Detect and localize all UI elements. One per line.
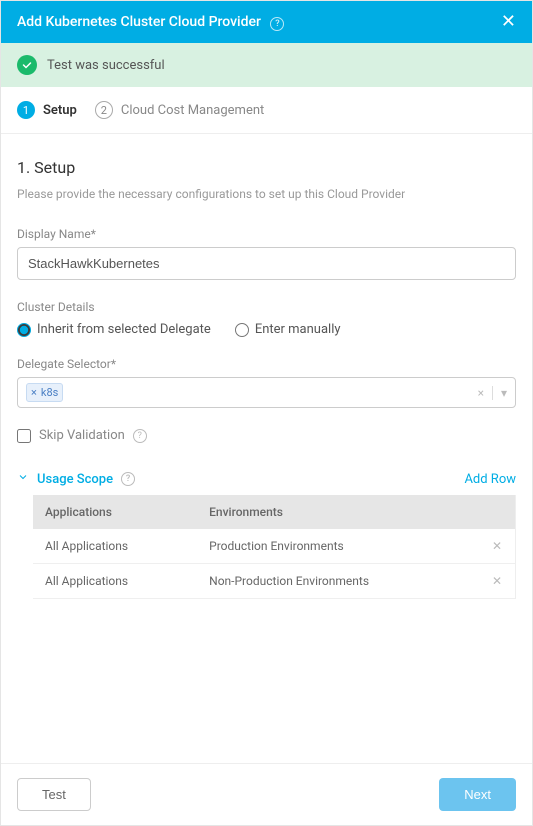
clear-icon[interactable]: × xyxy=(478,386,484,400)
radio-manual-input[interactable] xyxy=(235,323,249,337)
delete-row-icon[interactable]: ✕ xyxy=(479,564,515,599)
tag-text: k8s xyxy=(41,386,58,399)
skip-validation-checkbox[interactable] xyxy=(17,429,31,443)
success-banner: Test was successful xyxy=(1,43,532,87)
selector-tag: × k8s xyxy=(26,383,63,402)
cell-env[interactable]: Non-Production Environments xyxy=(197,564,479,599)
usage-scope-table-wrap: Applications Environments All Applicatio… xyxy=(17,495,516,599)
separator xyxy=(492,386,493,400)
radio-manual[interactable]: Enter manually xyxy=(235,322,341,337)
step-label: Setup xyxy=(43,103,77,118)
cell-app[interactable]: All Applications xyxy=(33,564,197,599)
cluster-details-field: Cluster Details Inherit from selected De… xyxy=(17,300,516,337)
step-setup[interactable]: 1 Setup xyxy=(17,101,77,119)
delegate-selector-field: Delegate Selector* × k8s × ▾ xyxy=(17,357,516,408)
banner-message: Test was successful xyxy=(47,58,165,73)
delete-row-icon[interactable]: ✕ xyxy=(479,529,515,564)
col-delete xyxy=(479,495,515,529)
tag-remove-icon[interactable]: × xyxy=(31,386,37,399)
chevron-down-icon[interactable]: ▾ xyxy=(501,386,507,400)
cell-env[interactable]: Production Environments xyxy=(197,529,479,564)
section-title: 1. Setup xyxy=(17,158,516,177)
close-icon[interactable]: ✕ xyxy=(501,13,516,31)
table-header-row: Applications Environments xyxy=(33,495,515,529)
dialog-footer: Test Next xyxy=(1,763,532,825)
display-name-input[interactable] xyxy=(17,247,516,280)
display-name-field: Display Name* xyxy=(17,227,516,280)
step-label: Cloud Cost Management xyxy=(121,103,264,118)
test-button[interactable]: Test xyxy=(17,778,91,811)
step-number: 1 xyxy=(17,101,35,119)
table-row: All Applications Production Environments… xyxy=(33,529,515,564)
usage-scope-toggle[interactable]: Usage Scope ? xyxy=(17,471,135,487)
section-desc: Please provide the necessary configurati… xyxy=(17,187,516,201)
step-indicator: 1 Setup 2 Cloud Cost Management xyxy=(1,87,532,134)
usage-scope-table: Applications Environments All Applicatio… xyxy=(33,495,515,599)
usage-scope-label: Usage Scope xyxy=(37,472,113,487)
help-icon[interactable]: ? xyxy=(270,17,284,31)
skip-validation-row: Skip Validation ? xyxy=(17,428,516,443)
cell-app[interactable]: All Applications xyxy=(33,529,197,564)
table-row: All Applications Non-Production Environm… xyxy=(33,564,515,599)
add-row-button[interactable]: Add Row xyxy=(464,472,516,487)
skip-validation-label: Skip Validation xyxy=(39,428,125,443)
radio-inherit[interactable]: Inherit from selected Delegate xyxy=(17,322,211,337)
step-cloud-cost[interactable]: 2 Cloud Cost Management xyxy=(95,101,264,119)
dialog-title: Add Kubernetes Cluster Cloud Provider xyxy=(17,14,261,30)
radio-inherit-label: Inherit from selected Delegate xyxy=(37,322,211,337)
dialog-header: Add Kubernetes Cluster Cloud Provider ? … xyxy=(1,1,532,43)
help-icon[interactable]: ? xyxy=(121,472,135,486)
content-area: 1. Setup Please provide the necessary co… xyxy=(1,134,532,763)
help-icon[interactable]: ? xyxy=(133,429,147,443)
delegate-selector-input[interactable]: × k8s × ▾ xyxy=(17,377,516,408)
radio-inherit-input[interactable] xyxy=(17,323,31,337)
chevron-down-icon xyxy=(17,471,29,487)
step-number: 2 xyxy=(95,101,113,119)
usage-scope-header: Usage Scope ? Add Row xyxy=(17,471,516,487)
next-button[interactable]: Next xyxy=(439,778,516,811)
delegate-selector-label: Delegate Selector* xyxy=(17,357,516,371)
radio-manual-label: Enter manually xyxy=(255,322,341,337)
display-name-label: Display Name* xyxy=(17,227,516,241)
col-environments: Environments xyxy=(197,495,479,529)
check-icon xyxy=(17,55,37,75)
cluster-details-label: Cluster Details xyxy=(17,300,516,314)
col-applications: Applications xyxy=(33,495,197,529)
